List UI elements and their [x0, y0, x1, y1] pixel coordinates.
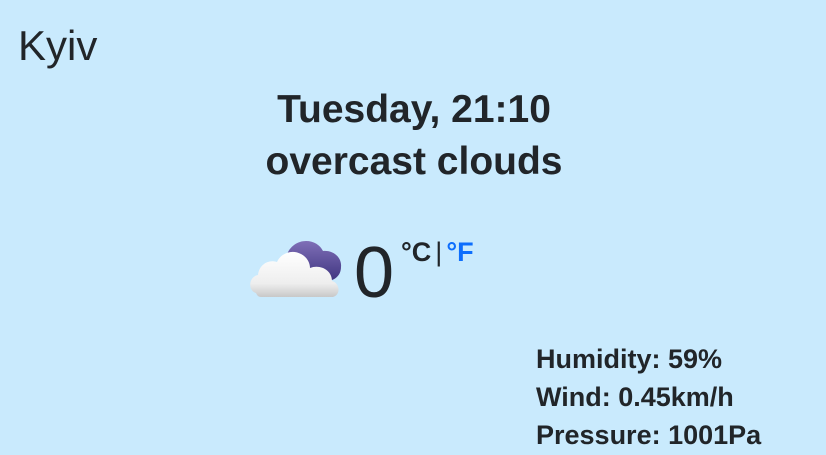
temperature-value: 0	[354, 233, 395, 313]
weather-details: Humidity: 59% Wind: 0.45km/h Pressure: 1…	[536, 340, 761, 454]
fahrenheit-link[interactable]: °F	[446, 237, 473, 267]
unit-switch: °C | °F	[401, 236, 474, 268]
celsius-unit[interactable]: °C	[401, 237, 431, 267]
wind: Wind: 0.45km/h	[536, 382, 734, 412]
weather-header: Tuesday, 21:10 overcast clouds	[0, 84, 826, 188]
humidity: Humidity: 59%	[536, 344, 723, 374]
pressure: Pressure: 1001Pa	[536, 420, 762, 450]
unit-separator: |	[435, 237, 443, 267]
city-name: Kyiv	[18, 22, 98, 69]
date-time: Tuesday, 21:10	[277, 88, 551, 131]
weather-description: overcast clouds	[265, 140, 563, 183]
overcast-clouds-icon	[250, 241, 342, 297]
